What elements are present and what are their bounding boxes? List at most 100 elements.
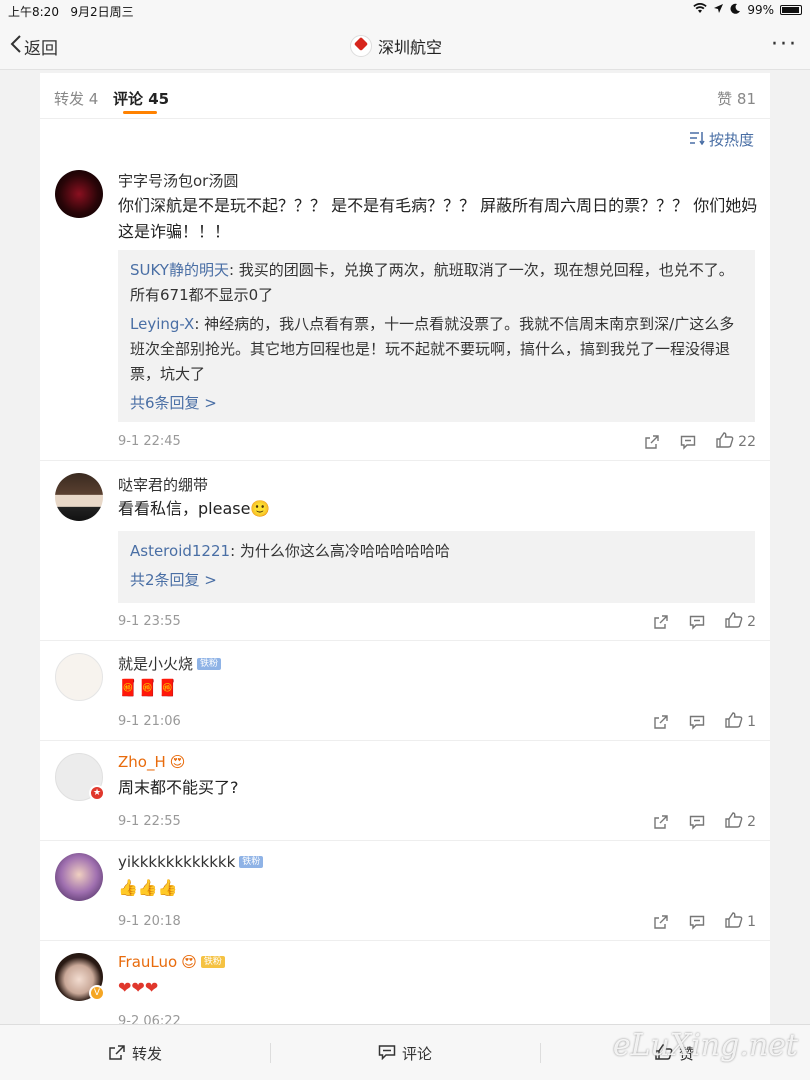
- reply-author[interactable]: Asteroid1221: [130, 542, 230, 560]
- location-icon: [713, 3, 724, 17]
- comment-author-row: FrauLuo 😍 铁粉: [118, 953, 225, 971]
- like-button[interactable]: 1: [725, 712, 756, 732]
- tab-comment[interactable]: 评论 45: [113, 88, 169, 109]
- nav-bar: 返回 深圳航空 ···: [0, 22, 810, 70]
- comment-time: 9-1 23:55: [118, 614, 181, 629]
- avatar[interactable]: [55, 653, 103, 701]
- battery-percent: 99%: [747, 3, 774, 17]
- comment-actions: 2: [653, 812, 756, 832]
- comment-text: 🧧🧧🧧: [118, 678, 178, 697]
- comment-author[interactable]: Zho_H: [118, 753, 166, 771]
- tab-repost[interactable]: 转发 4: [54, 88, 98, 109]
- thumbs-up-icon: [725, 812, 743, 832]
- fan-badge: 铁粉: [197, 657, 222, 670]
- like-count: 2: [747, 614, 756, 630]
- status-time: 上午8:20 9月2日周三: [8, 5, 134, 19]
- repost-button[interactable]: 转发: [108, 1043, 162, 1064]
- comment-item: 就是小火烧 铁粉 🧧🧧🧧 9-1 21:06 1: [40, 641, 770, 741]
- comment-actions: 1: [653, 912, 756, 932]
- like-count: 1: [747, 914, 756, 930]
- back-button[interactable]: 返回: [10, 34, 58, 59]
- avatar[interactable]: [55, 170, 103, 218]
- comment-author[interactable]: 哒宰君的绷带: [118, 474, 208, 495]
- comment-text: 你们深航是不是玩不起？？？ 是不是有毛病？？？ 屏蔽所有周六周日的票？？？ 你们…: [118, 196, 758, 241]
- chevron-left-icon: [10, 35, 22, 58]
- nav-title-text: 深圳航空: [378, 38, 443, 57]
- reply-box[interactable]: Asteroid1221: 为什么你这么高冷哈哈哈哈哈哈 共2条回复 >: [118, 531, 755, 603]
- comments-card: 转发 4 评论 45 赞 81 按热度 宇字号汤包or汤圆 你们深航是不是玩不起…: [40, 73, 770, 1028]
- more-replies-link[interactable]: 共6条回复 >: [130, 391, 743, 416]
- status-bar: 上午8:20 9月2日周三 99%: [0, 0, 810, 22]
- reply-icon[interactable]: [689, 714, 705, 730]
- like-button[interactable]: 2: [725, 612, 756, 632]
- like-count: 2: [747, 814, 756, 830]
- verified-badge-icon: V: [89, 985, 105, 1001]
- share-icon[interactable]: [653, 714, 669, 730]
- reply-item: Asteroid1221: 为什么你这么高冷哈哈哈哈哈哈: [130, 539, 743, 564]
- like-button[interactable]: 1: [725, 912, 756, 932]
- wifi-icon: [693, 3, 708, 17]
- status-icons: 99%: [693, 3, 802, 17]
- comment-item: 宇字号汤包or汤圆 你们深航是不是玩不起？？？ 是不是有毛病？？？ 屏蔽所有周六…: [40, 153, 770, 461]
- reply-author[interactable]: SUKY静的明天: [130, 261, 229, 279]
- share-icon[interactable]: [644, 434, 660, 450]
- comment-time: 9-1 20:18: [118, 914, 181, 929]
- sort-button[interactable]: 按热度: [689, 129, 754, 150]
- avatar[interactable]: [55, 853, 103, 901]
- fan-badge: 铁粉: [239, 856, 264, 868]
- reply-icon[interactable]: [689, 614, 705, 630]
- sort-icon: [689, 131, 705, 149]
- vip-icon: 😍: [169, 753, 186, 771]
- shenzhen-airlines-logo: [350, 35, 372, 57]
- comment-text: 周末都不能买了?: [118, 778, 239, 797]
- comment-button[interactable]: 评论: [378, 1043, 432, 1064]
- comment-actions: 22: [644, 432, 756, 452]
- share-icon[interactable]: [653, 614, 669, 630]
- reply-icon[interactable]: [680, 434, 696, 450]
- tab-underline: [123, 111, 157, 114]
- comment-item: 哒宰君的绷带 看看私信，please🙂 Asteroid1221: 为什么你这么…: [40, 461, 770, 641]
- thumbs-up-icon: [725, 612, 743, 632]
- reply-icon[interactable]: [689, 814, 705, 830]
- comment-actions: 1: [653, 712, 756, 732]
- share-icon[interactable]: [653, 914, 669, 930]
- moon-icon: [730, 3, 741, 17]
- reply-item: Leying-X: 神经病的，我八点看有票，十一点看就没票了。我就不信周末南京到…: [130, 312, 743, 387]
- reply-text: : 为什么你这么高冷哈哈哈哈哈哈: [230, 542, 450, 560]
- comment-time: 9-1 21:06: [118, 714, 181, 729]
- verified-badge-icon: ★: [89, 785, 105, 801]
- thumbs-up-icon: [725, 712, 743, 732]
- comment-label: 评论: [402, 1045, 433, 1063]
- divider: [270, 1043, 271, 1063]
- tabs-row: 转发 4 评论 45 赞 81: [40, 73, 770, 119]
- tab-like[interactable]: 赞 81: [717, 88, 756, 109]
- comment-item: V FrauLuo 😍 铁粉 ❤❤❤ 9-2 06:22: [40, 941, 770, 1028]
- avatar[interactable]: [55, 473, 103, 521]
- reply-icon[interactable]: [689, 914, 705, 930]
- more-replies-link[interactable]: 共2条回复 >: [130, 568, 743, 593]
- comment-author-row: Zho_H 😍: [118, 753, 185, 771]
- back-label: 返回: [24, 39, 58, 59]
- more-options-icon[interactable]: ···: [771, 32, 798, 57]
- sort-label: 按热度: [708, 131, 754, 149]
- comment-author[interactable]: 就是小火烧: [118, 653, 193, 674]
- battery-icon: [780, 5, 802, 15]
- reply-box[interactable]: SUKY静的明天: 我买的团圆卡，兑换了两次，航班取消了一次，现在想兑回程，也兑…: [118, 250, 755, 422]
- repost-icon: [108, 1044, 126, 1064]
- reply-author[interactable]: Leying-X: [130, 315, 194, 333]
- comment-author[interactable]: FrauLuo: [118, 953, 177, 971]
- comment-icon: [378, 1044, 396, 1064]
- comment-author[interactable]: yikkkkkkkkkkkk: [118, 853, 235, 871]
- thumbs-up-icon: [716, 432, 734, 452]
- like-button[interactable]: 2: [725, 812, 756, 832]
- comment-actions: 2: [653, 612, 756, 632]
- like-count: 1: [747, 714, 756, 730]
- reply-text: : 神经病的，我八点看有票，十一点看就没票了。我就不信周末南京到深/广这么多班次…: [130, 315, 735, 383]
- comment-text: 看看私信，please🙂: [118, 499, 271, 518]
- comment-text: 👍👍👍: [118, 878, 178, 897]
- share-icon[interactable]: [653, 814, 669, 830]
- comment-time: 9-1 22:55: [118, 814, 181, 829]
- comment-author-row: 就是小火烧 铁粉: [118, 653, 222, 674]
- like-button[interactable]: 22: [716, 432, 756, 452]
- comment-author[interactable]: 宇字号汤包or汤圆: [118, 170, 238, 191]
